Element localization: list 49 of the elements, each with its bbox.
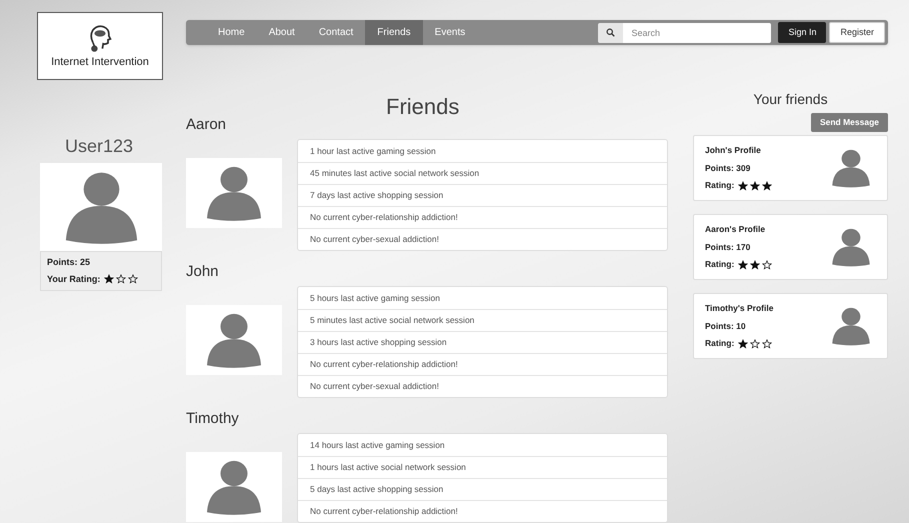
friend-name: Aaron [186,116,228,134]
filled-star-icon [738,338,748,349]
user-name: User123 [65,135,134,158]
activity-item: No current cyber-relationship addiction! [298,500,667,522]
rating-label: Rating: [705,179,734,192]
rating-label: Rating: [705,258,734,272]
activity-item: 5 hours last active gaming session [309,292,441,305]
activity-item: 5 days last active shopping session [298,478,667,500]
activity-item: 14 hours last active gaming session [309,438,446,452]
profile-link[interactable]: Timothy's Profile [705,302,774,315]
filled-star-icon [104,274,114,284]
filled-star-icon [750,180,760,191]
page-heading: Friends [386,93,460,121]
activity-item: 5 minutes last active social network session [298,309,667,331]
logo[interactable]: Internet Intervention [37,12,163,80]
friend-name: Timothy [186,410,240,428]
filled-star-icon [750,260,760,270]
rating-label: Rating: [705,337,734,350]
activity-item: 7 days last active shopping session [298,184,667,206]
activity-item: 1 hour last active gaming session [309,144,437,158]
activity-item: No current cyber-relationship addiction! [298,206,667,228]
empty-star-icon [762,338,772,349]
profile-link[interactable]: Aaron's Profile [705,222,772,236]
activity-item: No current cyber-sexual addiction! [298,375,667,397]
points-text: Points: 25 [47,256,92,269]
filled-star-icon [738,180,748,191]
section-heading: Your friends [752,90,829,109]
points-text: Points: 170 [705,240,752,254]
logo-text: Internet Intervention [51,57,149,68]
sign-in-button[interactable]: Sign In [778,22,826,43]
filled-star-icon [738,260,748,270]
points-text: Points: 10 [705,320,747,332]
search-icon [606,28,616,37]
activity-item: No current cyber-relationship addiction! [298,353,667,375]
activity-item: No current cyber-sexual addiction! [298,228,667,250]
profile-link[interactable]: John's Profile [705,144,772,157]
search-field[interactable]: Search [623,22,772,42]
rating-label: Your Rating: [47,272,100,286]
send-message-button[interactable]: Send Message [810,113,888,132]
register-button[interactable]: Register [829,22,885,43]
head-icon [88,24,112,54]
friend-name: John [186,263,220,281]
points-text: Points: 309 [705,162,752,174]
filled-star-icon [762,180,772,191]
nav-tab[interactable]: Friends [365,20,423,45]
activity-item: 3 hours last active shopping session [298,331,667,353]
activity-item: 1 hours last active social network session [298,456,667,478]
empty-star-icon [128,274,138,284]
activity-item: 45 minutes last active social network session [298,162,667,184]
